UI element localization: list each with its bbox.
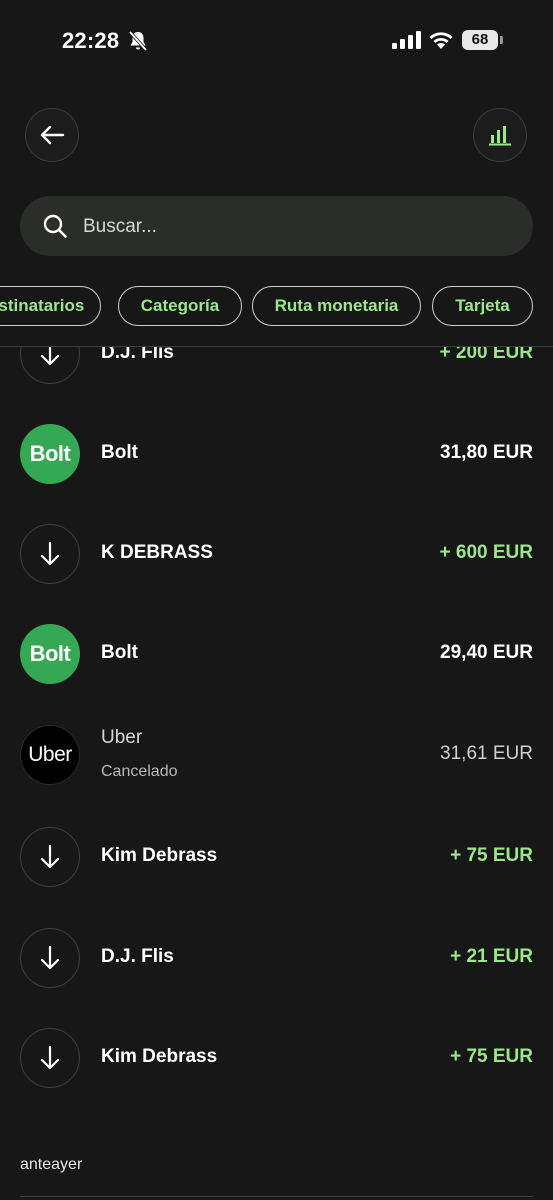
- clock: 22:28: [62, 28, 120, 53]
- filter-chip-ruta-monetaria[interactable]: Ruta monetaria: [252, 286, 421, 326]
- arrow-down-icon: [40, 945, 60, 970]
- transaction-row[interactable]: K DEBRASS + 600 EUR: [0, 504, 553, 604]
- cellular-signal-icon: [392, 31, 421, 49]
- transaction-row[interactable]: Kim Debrass + 75 EUR: [0, 807, 553, 907]
- transaction-amount: + 600 EUR: [439, 542, 533, 563]
- transaction-row[interactable]: Bolt Bolt 29,40 EUR: [0, 604, 553, 704]
- battery-indicator: 68: [462, 30, 498, 50]
- section-divider: [20, 1196, 533, 1197]
- transaction-name: Kim Debrass: [101, 1046, 218, 1067]
- transaction-status: Cancelado: [101, 763, 178, 780]
- transaction-name: Bolt: [101, 442, 138, 463]
- back-button[interactable]: [25, 108, 79, 162]
- bolt-logo: Bolt: [20, 424, 80, 484]
- transaction-row[interactable]: Bolt Bolt 31,80 EUR: [0, 404, 553, 504]
- bell-muted-icon: [128, 30, 148, 52]
- transaction-amount: 31,80 EUR: [440, 442, 533, 463]
- transaction-name: D.J. Flis: [101, 347, 174, 363]
- transaction-amount: + 21 EUR: [450, 946, 533, 967]
- transaction-name: Bolt: [101, 642, 138, 663]
- arrow-down-icon: [40, 347, 60, 366]
- arrow-down-icon: [40, 844, 60, 869]
- incoming-transfer-avatar: [20, 827, 80, 887]
- incoming-transfer-avatar: [20, 1028, 80, 1088]
- incoming-transfer-avatar: [20, 347, 80, 384]
- transaction-amount: + 75 EUR: [450, 845, 533, 866]
- status-bar: 22:28 68: [0, 0, 553, 82]
- bolt-logo-text: Bolt: [29, 441, 71, 466]
- transaction-name: K DEBRASS: [101, 542, 213, 563]
- transaction-amount: 31,61 EUR: [440, 743, 533, 764]
- transaction-amount: + 200 EUR: [439, 347, 533, 363]
- transaction-list: D.J. Flis + 200 EUR Bolt Bolt 31,80 EUR …: [0, 347, 553, 1200]
- transaction-name: Kim Debrass: [101, 845, 218, 866]
- search-icon: [43, 214, 67, 238]
- arrow-down-icon: [40, 541, 60, 566]
- arrow-left-icon: [40, 125, 65, 145]
- transaction-name: D.J. Flis: [101, 946, 174, 967]
- statistics-button[interactable]: [473, 108, 527, 162]
- bolt-logo: Bolt: [20, 624, 80, 684]
- filter-chips: Destinatarios Categoría Ruta monetaria T…: [0, 286, 553, 328]
- incoming-transfer-avatar: [20, 524, 80, 584]
- battery-tip: [500, 36, 503, 44]
- filter-chip-tarjeta[interactable]: Tarjeta: [432, 286, 533, 326]
- transaction-name: Uber: [101, 727, 143, 748]
- uber-logo: Uber: [20, 725, 80, 785]
- incoming-transfer-avatar: [20, 928, 80, 988]
- arrow-down-icon: [40, 1045, 60, 1070]
- transaction-row[interactable]: Uber Uber Cancelado 31,61 EUR: [0, 705, 553, 805]
- wifi-icon: [429, 32, 453, 49]
- transaction-row[interactable]: Kim Debrass + 75 EUR: [0, 1008, 553, 1108]
- filter-chip-destinatarios[interactable]: Destinatarios: [0, 286, 101, 326]
- section-date-label: anteayer: [20, 1156, 83, 1173]
- transaction-amount: + 75 EUR: [450, 1046, 533, 1067]
- transaction-row[interactable]: D.J. Flis + 200 EUR: [0, 347, 553, 404]
- transaction-row[interactable]: D.J. Flis + 21 EUR: [0, 908, 553, 1008]
- bar-chart-icon: [489, 126, 511, 146]
- uber-logo-text: Uber: [28, 743, 72, 766]
- search-input[interactable]: [81, 208, 505, 246]
- transaction-amount: 29,40 EUR: [440, 642, 533, 663]
- filter-chip-categoria[interactable]: Categoría: [118, 286, 242, 326]
- bolt-logo-text: Bolt: [29, 641, 71, 666]
